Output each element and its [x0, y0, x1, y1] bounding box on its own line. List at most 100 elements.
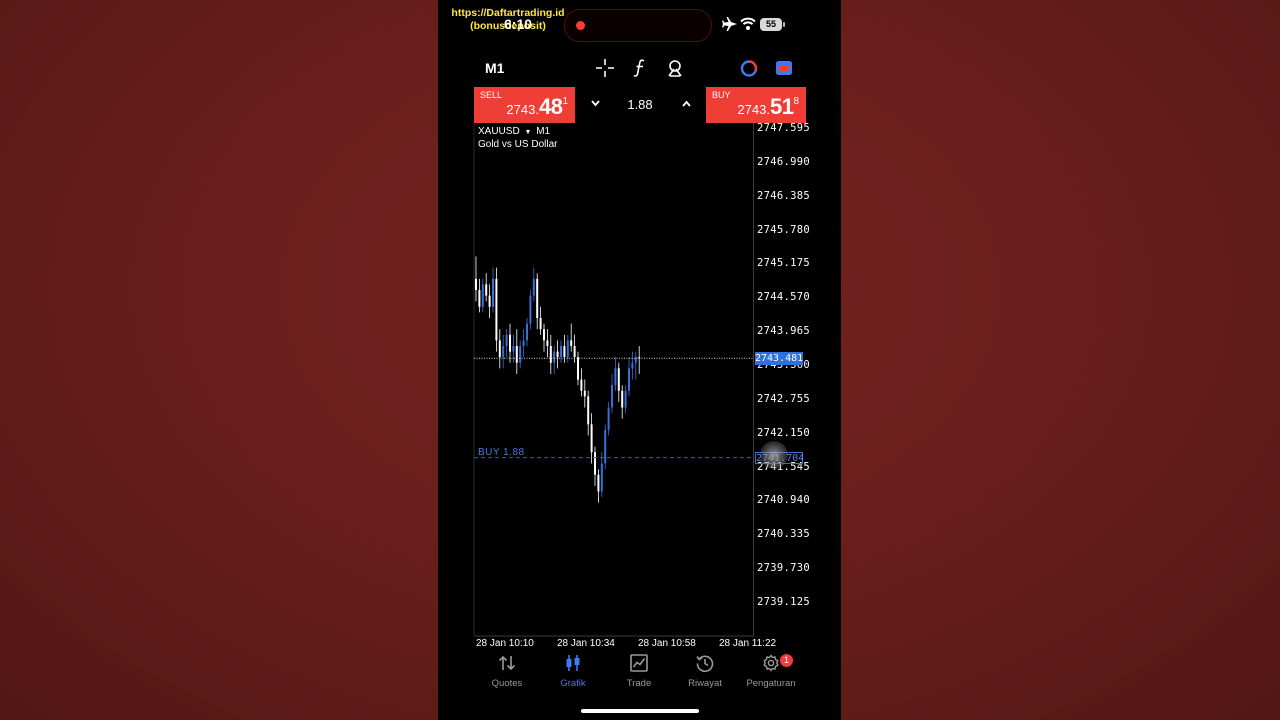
- battery-cap: [783, 22, 785, 27]
- nav-label: Riwayat: [688, 678, 722, 689]
- recording-dot-icon: [576, 21, 585, 30]
- screen-recording-indicator[interactable]: [564, 9, 712, 42]
- sell-price-big: 48: [538, 94, 563, 119]
- candle-body: [617, 368, 620, 391]
- sell-price-main: 2743.: [506, 102, 539, 117]
- battery-icon: 55: [760, 18, 782, 31]
- lot-increase-icon[interactable]: [682, 100, 691, 107]
- candle-body: [556, 351, 559, 358]
- airplane-mode-icon: [722, 17, 737, 31]
- battery-level: 55: [765, 19, 776, 29]
- candle-body: [512, 345, 515, 352]
- candle-body: [502, 345, 505, 358]
- candle-body: [621, 390, 624, 408]
- nav-grafik[interactable]: Grafik: [540, 654, 606, 689]
- candle-body: [583, 390, 586, 397]
- candle-body: [529, 295, 532, 324]
- trade-icon: [630, 654, 648, 672]
- candle-body: [566, 340, 569, 358]
- candle-body: [509, 334, 511, 352]
- time-tick-label: 28 Jan 10:10: [476, 638, 534, 649]
- candle-body: [475, 278, 477, 291]
- candle-body: [505, 334, 508, 346]
- candle-body: [488, 295, 491, 307]
- nav-trade[interactable]: Trade: [606, 654, 672, 689]
- home-indicator[interactable]: [581, 709, 699, 713]
- touch-indicator: [760, 441, 788, 469]
- candle-body: [573, 345, 576, 358]
- symbol-name: XAUUSD: [478, 126, 520, 137]
- buy-price: 2743.518: [737, 94, 799, 120]
- sell-price-sup: 1: [562, 96, 568, 107]
- order-label[interactable]: BUY 1.88: [478, 447, 525, 458]
- symbol-description: Gold vs US Dollar: [478, 139, 558, 150]
- nav-label: Trade: [626, 678, 652, 689]
- candle-body: [560, 345, 562, 358]
- crosshair-icon[interactable]: [596, 59, 614, 77]
- candle-body: [492, 278, 494, 307]
- candle-body: [577, 357, 579, 380]
- price-tick-label: 2745.175: [757, 257, 810, 270]
- price-tick-label: 2740.940: [757, 494, 810, 507]
- candle-body: [495, 278, 498, 341]
- lot-size-control: 1.88: [575, 87, 705, 123]
- objects-icon[interactable]: [666, 59, 684, 77]
- nav-pengaturan[interactable]: Pengaturan: [738, 654, 804, 689]
- candle-body: [549, 345, 552, 363]
- sell-button[interactable]: SELL 2743.481: [474, 87, 575, 123]
- candle-body: [607, 407, 610, 430]
- buy-price-big: 51: [769, 94, 794, 119]
- price-tick-label: 2746.990: [757, 155, 810, 168]
- price-tick-label: 2740.335: [757, 528, 810, 541]
- phone-screen: https://Daftartrading.id (bonusdeposit) …: [438, 0, 841, 720]
- candle-body: [515, 345, 518, 363]
- candle-body: [519, 345, 522, 363]
- price-tick-label: 2744.570: [757, 291, 810, 304]
- sell-label: SELL: [480, 90, 503, 100]
- candle-body: [590, 424, 593, 453]
- buy-price-main: 2743.: [737, 102, 770, 117]
- price-tick-label: 2739.125: [757, 596, 810, 608]
- price-tick-label: 2742.755: [757, 392, 810, 405]
- price-tick-label: 2739.730: [757, 562, 810, 575]
- candle-body: [526, 323, 528, 341]
- candles-group: [475, 256, 641, 503]
- candle-body: [604, 429, 607, 464]
- wifi-icon: [740, 17, 756, 30]
- buy-label: BUY: [712, 90, 731, 100]
- notification-badge: 1: [780, 654, 793, 667]
- symbol-timeframe: M1: [536, 126, 551, 137]
- price-tick-label: 2743.965: [757, 325, 810, 338]
- nav-quotes[interactable]: Quotes: [474, 654, 540, 689]
- price-tick-label: 2746.385: [757, 189, 810, 202]
- buy-price-sup: 8: [793, 96, 799, 107]
- candle-body: [631, 362, 634, 369]
- sell-price: 2743.481: [506, 94, 568, 120]
- current-price-tag: 2743.481: [755, 352, 804, 365]
- one-click-trading-icon[interactable]: [775, 60, 793, 76]
- status-time: 6:10: [504, 16, 533, 32]
- price-tick-label: 2747.595: [757, 122, 810, 134]
- candle-body: [478, 290, 481, 307]
- chart-symbol[interactable]: XAUUSD ▼ M1: [478, 126, 550, 137]
- candle-body: [597, 474, 600, 492]
- candle-body: [498, 340, 501, 358]
- candle-body: [485, 284, 488, 296]
- settings-icon: [763, 654, 779, 672]
- candle-body: [522, 340, 525, 346]
- price-tick-label: 2742.150: [757, 426, 810, 439]
- candle-body: [580, 379, 583, 391]
- candle-body: [614, 368, 617, 386]
- nav-riwayat[interactable]: Riwayat: [672, 654, 738, 689]
- history-icon: [696, 655, 714, 673]
- candle-body: [539, 317, 542, 330]
- buy-button[interactable]: BUY 2743.518: [706, 87, 806, 123]
- trading-signal-icon[interactable]: [740, 60, 758, 77]
- chart-icon: [566, 655, 580, 671]
- candle-body: [628, 368, 630, 391]
- nav-label: Quotes: [491, 678, 523, 689]
- candle-body: [624, 390, 627, 408]
- indicator-f-icon[interactable]: [633, 59, 647, 77]
- candle-body: [563, 345, 566, 358]
- timeframe-button[interactable]: M1: [485, 60, 504, 76]
